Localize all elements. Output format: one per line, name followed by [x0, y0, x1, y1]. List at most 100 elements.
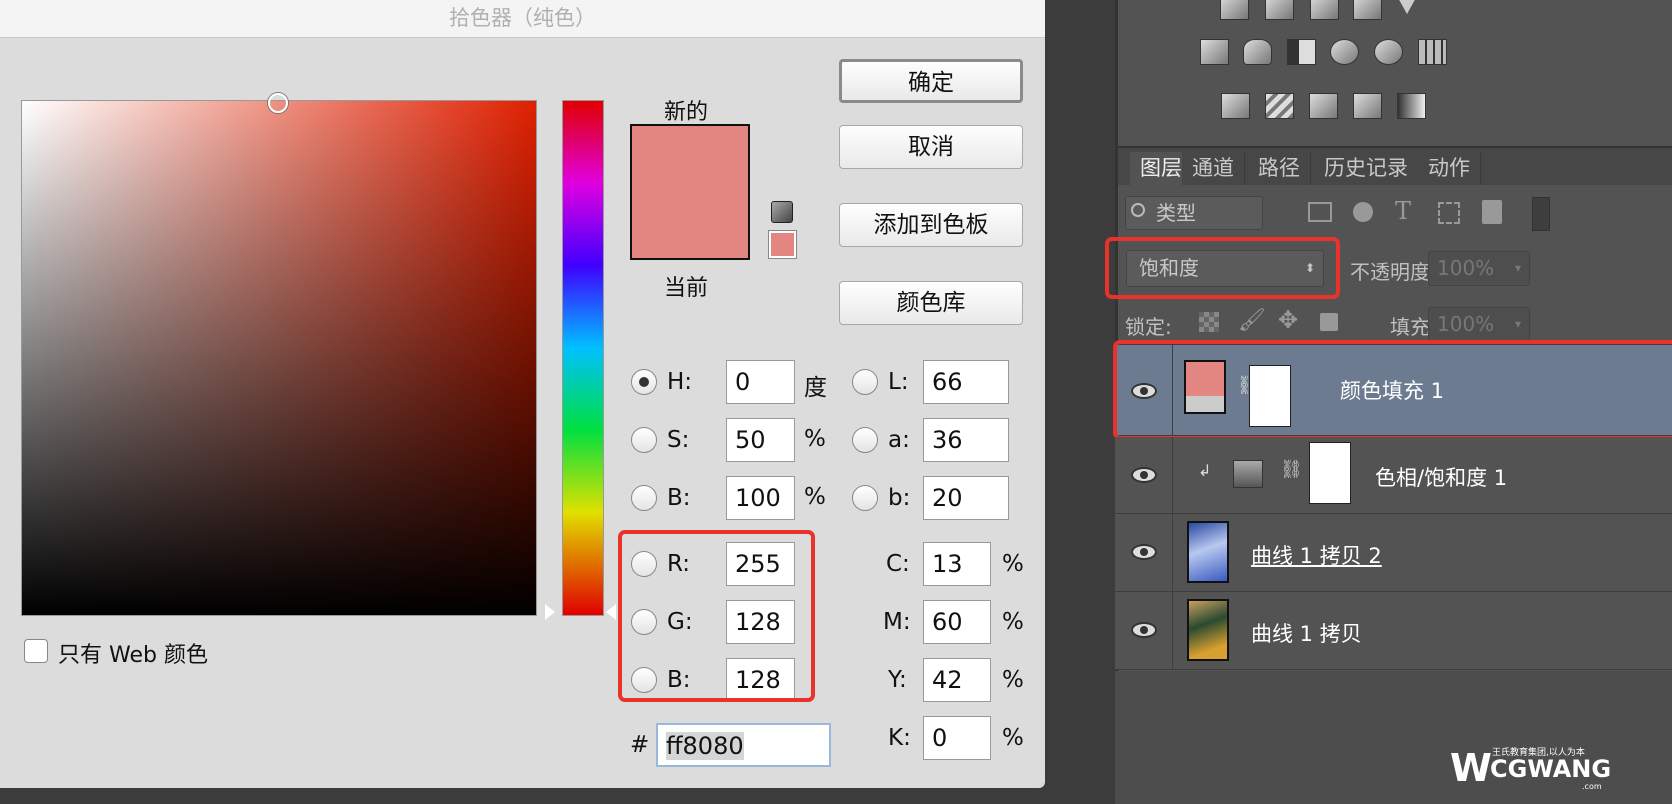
k-unit: % [1002, 725, 1024, 751]
tab-channels[interactable]: 通道 [1182, 152, 1245, 185]
lock-pixels-brush-icon[interactable]: 🖌 [1238, 308, 1266, 333]
s-unit: % [804, 426, 826, 452]
black-white-icon[interactable] [1287, 39, 1316, 65]
gradient-map-icon[interactable] [1397, 93, 1426, 119]
hue-slider-left-arrow[interactable] [545, 604, 555, 620]
vibrance-icon[interactable] [1397, 0, 1417, 14]
threshold-icon[interactable] [1309, 93, 1338, 119]
radio-s[interactable] [631, 427, 657, 453]
radio-a[interactable] [852, 427, 878, 453]
radio-l[interactable] [852, 369, 878, 395]
radio-b[interactable] [631, 485, 657, 511]
m-label: M: [883, 609, 911, 635]
exposure-icon[interactable] [1353, 0, 1382, 20]
levels-icon[interactable] [1265, 0, 1294, 20]
posterize-icon[interactable] [1265, 93, 1294, 119]
layer-highlight-box [1113, 340, 1672, 440]
fill-input[interactable]: 100% ▾ [1428, 307, 1530, 342]
s-input[interactable]: 50 [726, 418, 795, 462]
eye-icon[interactable] [1131, 622, 1157, 638]
radio-lab-b[interactable] [852, 485, 878, 511]
new-color-swatch [630, 124, 750, 260]
layer-row-curves-copy[interactable]: 曲线 1 拷贝 [1115, 592, 1672, 670]
layer-row-hue-saturation[interactable]: ↲ ⛓ 色相/饱和度 1 [1115, 437, 1672, 514]
chevron-down-icon: ▾ [1514, 261, 1521, 275]
lock-transparent-icon[interactable] [1199, 312, 1219, 332]
layer-name[interactable]: 色相/饱和度 1 [1375, 462, 1507, 492]
saturation-brightness-field[interactable] [21, 100, 537, 616]
filter-toggle[interactable] [1532, 197, 1550, 231]
hex-input[interactable]: ff8080 [656, 723, 831, 767]
add-to-swatches-button[interactable]: 添加到色板 [839, 203, 1023, 247]
hue-saturation-thumbnail[interactable] [1233, 460, 1263, 488]
lab-b-input[interactable]: 20 [923, 476, 1009, 520]
filter-type-label: 类型 [1156, 201, 1196, 225]
tab-paths[interactable]: 路径 [1248, 152, 1311, 185]
brightness-contrast-icon[interactable] [1220, 0, 1249, 20]
adjustment-filter-icon[interactable] [1353, 202, 1373, 222]
color-lookup-icon[interactable] [1418, 39, 1447, 65]
a-label: a: [888, 427, 910, 453]
color-balance-icon[interactable] [1243, 39, 1272, 65]
hex-label: # [630, 732, 650, 758]
hue-slider[interactable] [562, 100, 604, 616]
channel-mixer-icon[interactable] [1374, 39, 1403, 65]
shape-filter-icon[interactable] [1438, 202, 1460, 224]
y-input[interactable]: 42 [923, 658, 991, 702]
invert-icon[interactable] [1221, 93, 1250, 119]
hue-saturation-icon[interactable] [1200, 39, 1229, 65]
curves-icon[interactable] [1310, 0, 1339, 20]
m-input[interactable]: 60 [923, 600, 991, 644]
image-thumbnail[interactable] [1187, 599, 1229, 661]
eye-icon[interactable] [1131, 544, 1157, 560]
watermark-domain: .com [1582, 782, 1602, 791]
pixel-filter-icon[interactable] [1308, 202, 1332, 222]
web-only-checkbox[interactable] [24, 639, 48, 663]
c-input[interactable]: 13 [923, 542, 991, 586]
l-label: L: [888, 369, 909, 395]
selective-color-icon[interactable] [1353, 93, 1382, 119]
link-icon[interactable]: ⛓ [1280, 459, 1303, 480]
lock-label: 锁定: [1125, 315, 1172, 339]
layer-mask-thumbnail[interactable] [1309, 442, 1351, 504]
color-cursor[interactable] [268, 93, 288, 113]
h-unit: 度 [804, 375, 827, 401]
hue-slider-right-arrow[interactable] [606, 604, 616, 620]
lock-all-icon[interactable] [1320, 313, 1338, 331]
smart-object-filter-icon[interactable] [1482, 200, 1502, 224]
web-safe-swatch[interactable] [768, 230, 797, 259]
opacity-input[interactable]: 100% ▾ [1428, 251, 1530, 286]
layer-row-curves-copy-2[interactable]: 曲线 1 拷贝 2 [1115, 514, 1672, 592]
fill-value: 100% [1437, 312, 1495, 336]
image-thumbnail[interactable] [1187, 521, 1229, 583]
layer-name[interactable]: 曲线 1 拷贝 2 [1251, 540, 1382, 570]
l-input[interactable]: 66 [923, 360, 1009, 404]
layer-name[interactable]: 曲线 1 拷贝 [1251, 618, 1362, 648]
s-label: S: [667, 427, 690, 453]
color-picker-dialog: 拾色器（纯色） 新的 当前 确定 取消 添加到色板 颜色库 H: 0 度 S: … [0, 0, 1045, 788]
tab-actions[interactable]: 动作 [1418, 152, 1481, 185]
brightness-input[interactable]: 100 [726, 476, 795, 520]
a-input[interactable]: 36 [923, 418, 1009, 462]
lock-position-move-icon[interactable]: ✥ [1278, 306, 1298, 334]
logo-w-mark: W [1450, 746, 1492, 790]
radio-h[interactable] [631, 369, 657, 395]
k-input[interactable]: 0 [923, 716, 991, 760]
h-input[interactable]: 0 [726, 360, 795, 404]
cancel-button[interactable]: 取消 [839, 125, 1023, 169]
y-unit: % [1002, 667, 1024, 693]
type-filter-icon[interactable]: T [1395, 197, 1411, 225]
eye-icon[interactable] [1131, 467, 1157, 483]
photo-filter-icon[interactable] [1330, 39, 1359, 65]
out-of-gamut-cube-icon[interactable] [771, 201, 793, 223]
chevron-down-icon: ▾ [1514, 317, 1521, 331]
color-libraries-button[interactable]: 颜色库 [839, 281, 1023, 325]
watermark-brand: CGWANG [1490, 755, 1612, 783]
filter-type-dropdown[interactable]: 类型 [1125, 196, 1263, 230]
clipping-arrow-icon: ↲ [1198, 461, 1212, 480]
new-label: 新的 [664, 100, 709, 125]
search-icon [1131, 203, 1145, 217]
current-label: 当前 [664, 276, 709, 301]
tab-history[interactable]: 历史记录 [1314, 152, 1419, 185]
ok-button[interactable]: 确定 [839, 59, 1023, 103]
